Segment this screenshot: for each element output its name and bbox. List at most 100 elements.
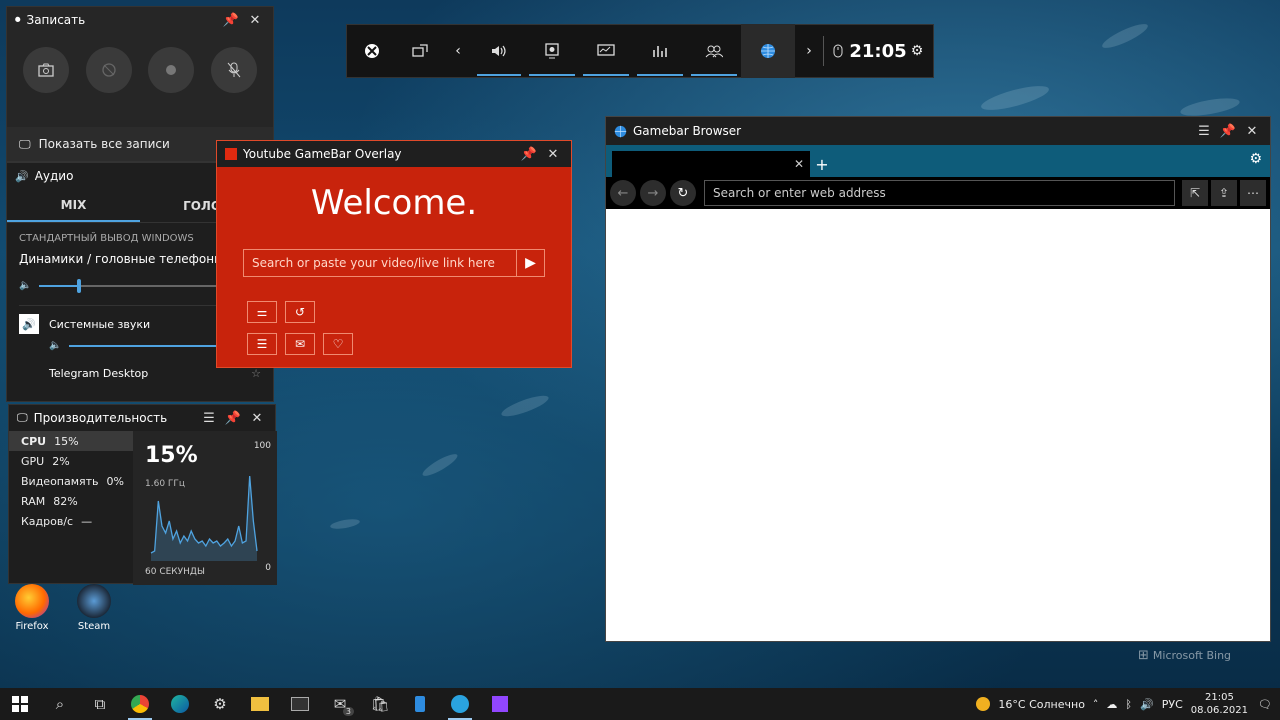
icon-label: Firefox (15, 621, 49, 632)
gamebar-browser-widget: Gamebar Browser ☰ 📌 ✕ ✕ + ⚙ ← → ↻ Search… (605, 116, 1271, 642)
gear-icon[interactable]: ⚙ (904, 24, 930, 78)
address-bar[interactable]: Search or enter web address (704, 180, 1175, 206)
language-indicator[interactable]: РУС (1162, 698, 1183, 711)
weather-text[interactable]: 16°C Солнечно (998, 698, 1085, 711)
perf-item-gpu[interactable]: GPU 2% (9, 451, 133, 471)
star-icon[interactable]: ☆ (251, 367, 261, 380)
mail-icon[interactable]: ✉ 3 (320, 688, 360, 720)
clock: 21:05 (849, 40, 907, 62)
network-icon[interactable]: ☁ (1106, 698, 1117, 711)
audio-icon[interactable] (473, 24, 525, 78)
volume-icon[interactable]: 🔊 (1140, 698, 1154, 711)
system-sounds-icon: 🔊 (19, 314, 39, 334)
chevron-up-icon[interactable]: ˄ (1093, 698, 1099, 711)
settings-icon[interactable]: ⚙ (200, 688, 240, 720)
perf-item-cpu[interactable]: CPU 15% (9, 431, 133, 451)
browser-content-area[interactable] (606, 209, 1270, 637)
icon-label: Steam (77, 621, 111, 632)
more-options-button[interactable]: ⋯ (1240, 180, 1266, 206)
notifications-icon[interactable]: 🗨 (1258, 698, 1272, 711)
close-icon[interactable]: ✕ (245, 10, 265, 30)
pin-icon[interactable]: 📌 (221, 10, 241, 30)
play-button[interactable]: ▶ (516, 250, 544, 276)
new-tab-button[interactable]: + (810, 151, 834, 177)
show-all-label: Показать все записи (38, 137, 170, 151)
phone-icon[interactable] (400, 688, 440, 720)
pin-icon[interactable]: 📌 (519, 144, 539, 164)
gear-icon[interactable]: ⚙ (1249, 151, 1262, 167)
history-icon[interactable]: ↺ (285, 301, 315, 323)
close-icon[interactable]: ✕ (247, 408, 267, 428)
mouse-icon[interactable] (824, 24, 852, 78)
sliders-icon[interactable]: ☰ (199, 408, 219, 428)
list-icon[interactable]: ☰ (247, 333, 277, 355)
widget-store-icon[interactable] (397, 24, 443, 78)
start-button[interactable] (0, 688, 40, 720)
browser-tab[interactable]: ✕ (612, 151, 810, 177)
mic-toggle-button[interactable] (210, 47, 257, 93)
record-titlebar: ⏺ Записать 📌 ✕ (7, 7, 273, 33)
capture-icon[interactable] (525, 24, 579, 78)
taskbar-clock[interactable]: 21:05 08.06.2021 (1191, 691, 1248, 717)
screenshot-button[interactable] (23, 47, 70, 93)
close-icon[interactable]: ✕ (1242, 121, 1262, 141)
store-icon[interactable]: 🛍 (360, 688, 400, 720)
sliders-icon[interactable]: ⚌ (247, 301, 277, 323)
mic-off-icon (227, 62, 241, 78)
heart-icon[interactable]: ♡ (323, 333, 353, 355)
refresh-button[interactable]: ↻ (670, 180, 696, 206)
twitch-icon[interactable] (480, 688, 520, 720)
close-tab-icon[interactable]: ✕ (794, 157, 804, 171)
chrome-icon[interactable] (120, 688, 160, 720)
start-recording-button[interactable] (148, 47, 195, 93)
social-icon[interactable] (687, 24, 741, 78)
master-volume-knob[interactable] (77, 278, 82, 293)
perf-item-vram[interactable]: Видеопамять 0% (9, 471, 133, 491)
record-title: Записать (26, 13, 86, 27)
record-last-button[interactable] (85, 47, 132, 93)
terminal-icon[interactable] (280, 688, 320, 720)
resources-icon[interactable] (633, 24, 687, 78)
task-view-icon[interactable]: ⧉ (80, 688, 120, 720)
perf-label: GPU (21, 454, 45, 468)
open-external-button[interactable]: ⇱ (1182, 180, 1208, 206)
close-icon[interactable]: ✕ (543, 144, 563, 164)
sliders-icon[interactable]: ☰ (1194, 121, 1214, 141)
forward-button[interactable]: → (640, 180, 666, 206)
back-button[interactable]: ← (610, 180, 636, 206)
perf-label: RAM (21, 494, 46, 508)
perf-item-ram[interactable]: RAM 82% (9, 491, 133, 511)
desktop-icon-firefox[interactable]: Firefox (4, 584, 60, 632)
perf-value: 15% (54, 434, 79, 448)
clock-date: 08.06.2021 (1190, 705, 1249, 716)
chevron-left-icon[interactable]: ‹ (443, 24, 473, 78)
video-link-search: ▶ (243, 249, 545, 277)
bing-label: Microsoft Bing (1152, 649, 1232, 662)
edge-icon[interactable] (160, 688, 200, 720)
bluetooth-icon[interactable]: ᛒ (1125, 698, 1132, 711)
monitor-icon: 🖵 (17, 411, 28, 424)
browser-globe-icon[interactable] (741, 24, 795, 78)
desktop-icon-steam[interactable]: Steam (66, 584, 122, 632)
xbox-icon[interactable] (347, 24, 397, 78)
performance-titlebar: 🖵 Производительность ☰ 📌 ✕ (9, 405, 275, 431)
browser-title: Gamebar Browser (633, 124, 742, 138)
record-icon (166, 65, 177, 75)
pin-icon[interactable]: 📌 (223, 408, 243, 428)
performance-icon[interactable] (579, 24, 633, 78)
chevron-right-icon[interactable]: › (795, 24, 823, 78)
taskbar: ⌕ ⧉ ⚙ ✉ 3 🛍 16°C Солнечно ˄ ☁ ᛒ 🔊 РУС 21:… (0, 688, 1280, 720)
tab-mix[interactable]: MIX (7, 189, 140, 222)
share-button[interactable]: ⇪ (1211, 180, 1237, 206)
file-explorer-icon[interactable] (240, 688, 280, 720)
xbox-game-bar: ‹ › 21:05 ⚙ (346, 24, 934, 78)
perf-item-fps[interactable]: Кадров/с — (9, 511, 133, 531)
perf-value: 2% (52, 454, 70, 468)
search-icon[interactable]: ⌕ (40, 688, 80, 720)
mail-badge: 3 (342, 707, 354, 716)
pin-icon[interactable]: 📌 (1218, 121, 1238, 141)
perf-value: 82% (53, 494, 78, 508)
telegram-icon[interactable] (440, 688, 480, 720)
mail-icon[interactable]: ✉ (285, 333, 315, 355)
video-link-input[interactable] (244, 250, 516, 276)
